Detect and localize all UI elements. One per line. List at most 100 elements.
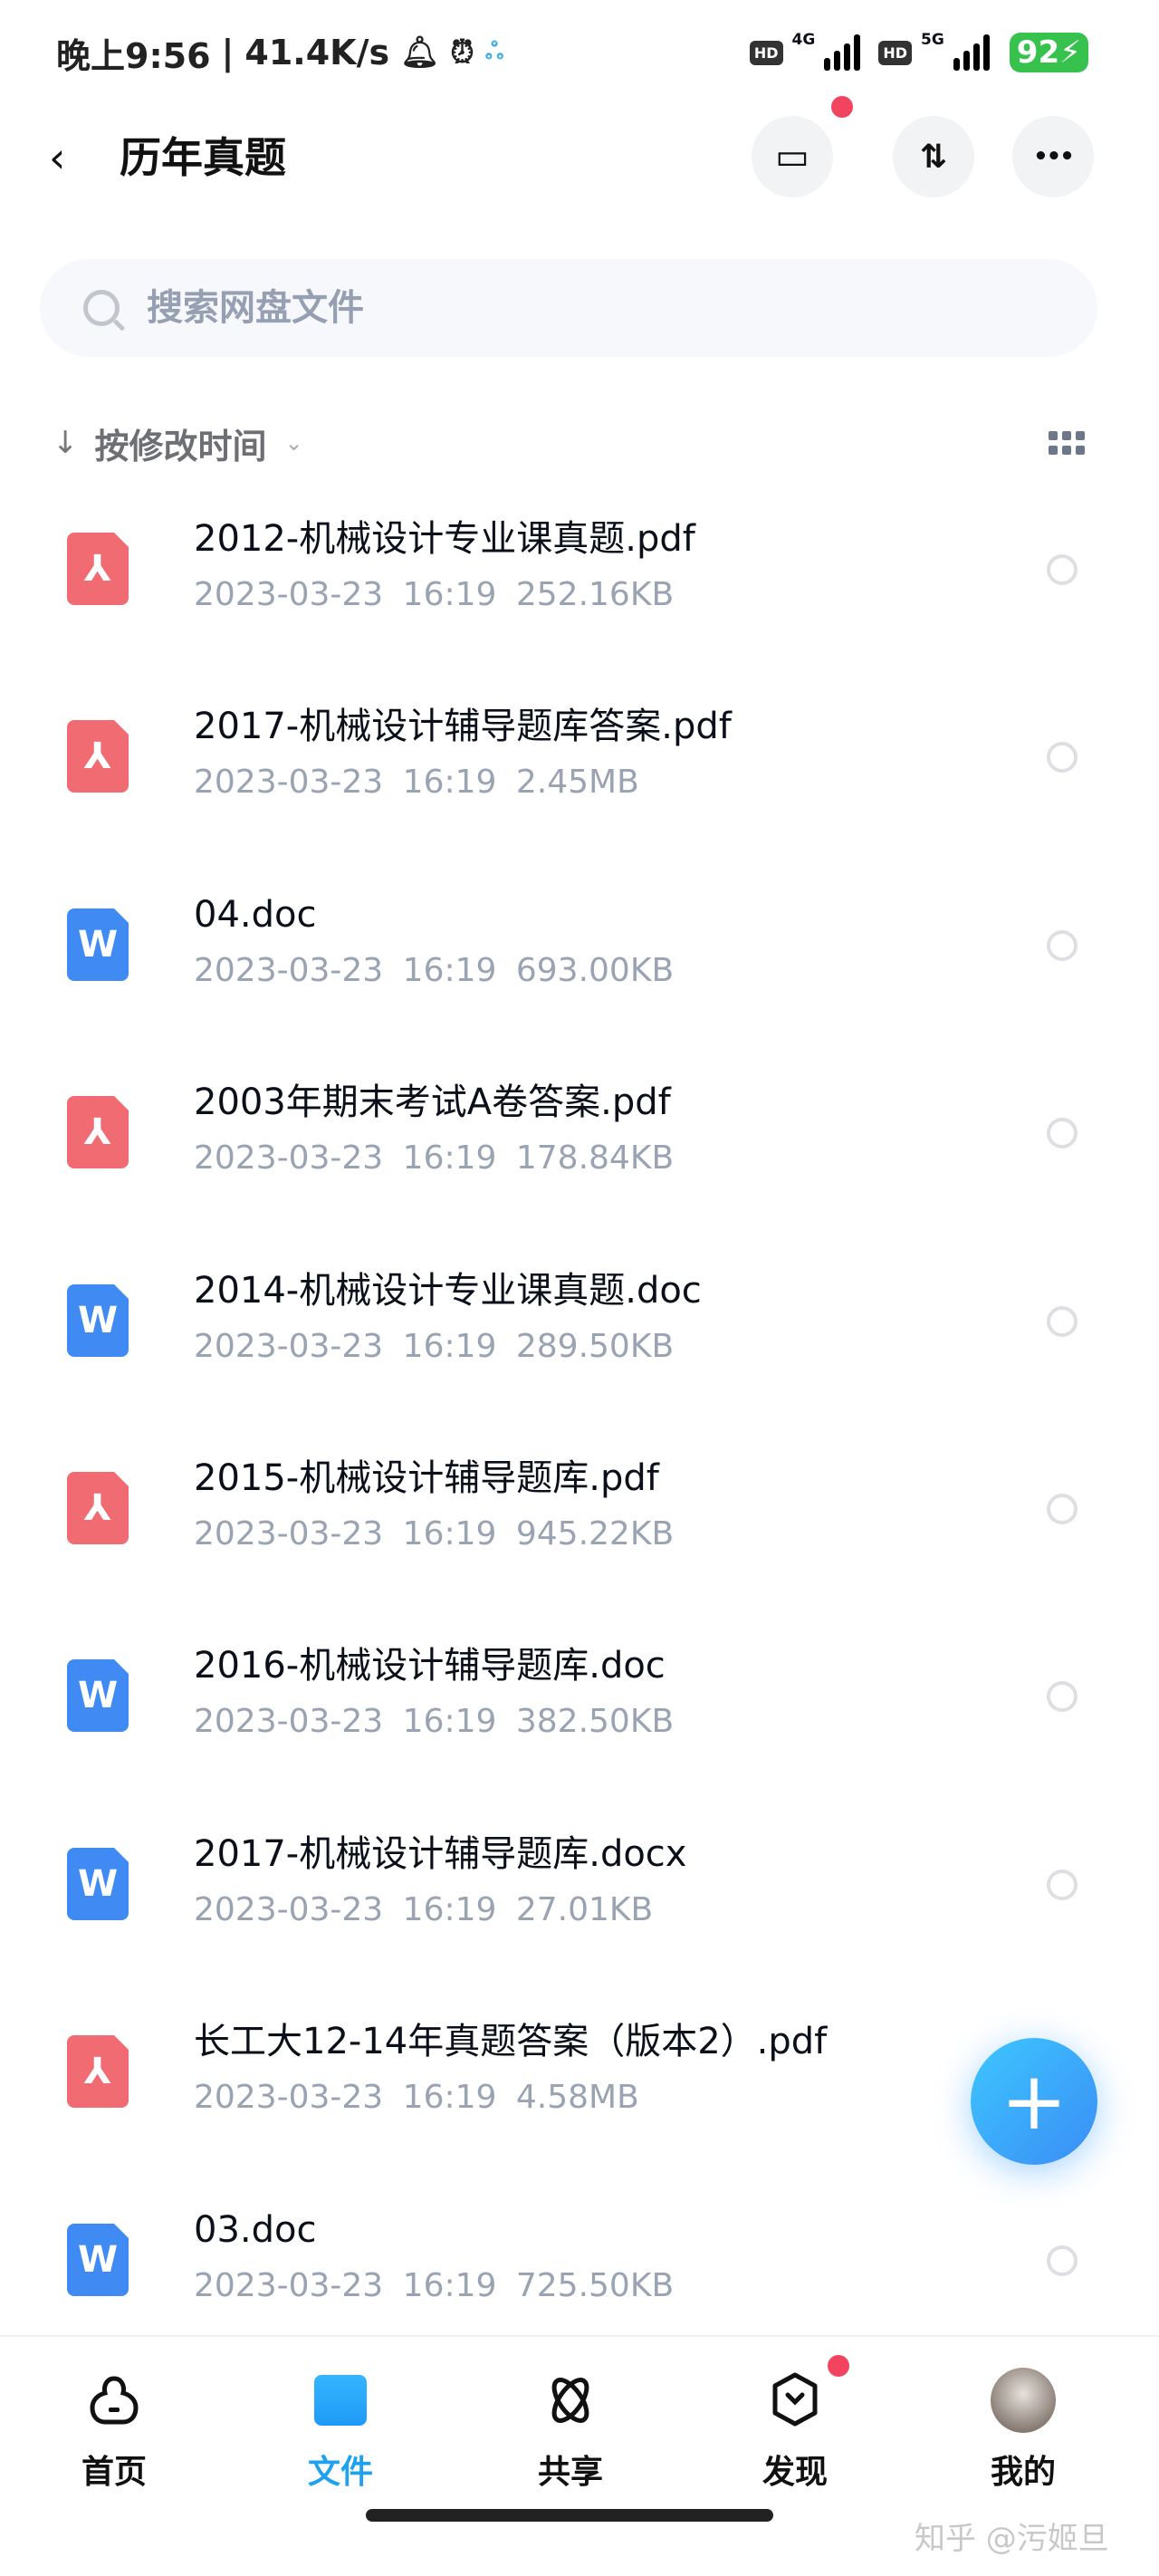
more-button[interactable]: ••• — [1012, 116, 1094, 197]
sim2-signal-icon — [953, 34, 990, 71]
file-name: 03.doc — [194, 2208, 317, 2251]
file-name: 长工大12-14年真题答案（版本2）.pdf — [194, 2021, 828, 2063]
select-checkbox[interactable] — [1047, 554, 1078, 585]
search-icon — [83, 290, 120, 326]
share-orbit-icon — [507, 2364, 634, 2437]
plus-icon: + — [1001, 2054, 1068, 2148]
sort-toggle-button[interactable]: ⇅ — [893, 116, 974, 197]
select-checkbox[interactable] — [1047, 1681, 1078, 1713]
file-time: 16:19 — [402, 1327, 497, 1365]
file-row[interactable]: ⅄ 2012-机械设计专业课真题.pdf 2023-03-23 16:19 252.… — [0, 480, 1159, 668]
transfer-list-button[interactable]: ▭ — [752, 116, 833, 197]
file-row[interactable]: ⅄ 2017-机械设计辅导题库答案.pdf 2023-03-23 16:19 2.4… — [0, 668, 1159, 855]
select-checkbox[interactable] — [1047, 1869, 1078, 1900]
file-icon-glyph: W — [77, 1299, 119, 1341]
select-checkbox[interactable] — [1047, 2244, 1078, 2276]
file-name: 2014-机械设计专业课真题.doc — [194, 1269, 702, 1312]
add-button[interactable]: + — [971, 2038, 1097, 2165]
file-row[interactable]: ⅄ 2015-机械设计辅导题库.pdf 2023-03-23 16:19 945.2… — [0, 1419, 1159, 1607]
file-time: 16:19 — [402, 2266, 497, 2304]
file-row[interactable]: W 2017-机械设计辅导题库.docx 2023-03-23 16:19 27.0… — [0, 1795, 1159, 1983]
file-date: 2023-03-23 — [194, 764, 384, 802]
file-meta: 2023-03-23 16:19 693.00KB — [194, 948, 674, 994]
file-time: 16:19 — [402, 1514, 497, 1552]
file-meta: 2023-03-23 16:19 4.58MB — [194, 2075, 639, 2120]
file-row[interactable]: W 2014-机械设计专业课真题.doc 2023-03-23 16:19 289.… — [0, 1232, 1159, 1419]
select-checkbox[interactable] — [1047, 1118, 1078, 1149]
search-input[interactable] — [147, 287, 962, 329]
nav-item-files[interactable]: 文件 — [277, 2364, 404, 2493]
file-meta: 2023-03-23 16:19 382.50KB — [194, 1699, 674, 1745]
page-title: 历年真题 — [120, 133, 286, 182]
select-checkbox[interactable] — [1047, 929, 1078, 961]
more-dots-icon: ••• — [1033, 143, 1075, 170]
file-date: 2023-03-23 — [194, 951, 384, 989]
search-bar[interactable] — [40, 259, 1097, 357]
charging-icon: ⚡ — [1059, 34, 1081, 71]
avatar — [960, 2364, 1087, 2437]
file-icon-glyph: W — [77, 2238, 119, 2281]
file-time: 16:19 — [402, 1703, 497, 1741]
file-date: 2023-03-23 — [194, 1514, 384, 1552]
alarm-icon: ⏰︎ — [450, 34, 474, 71]
file-icon-glyph: W — [77, 1862, 119, 1905]
status-time: 晚上9:56 — [56, 35, 211, 76]
pdf-file-icon: ⅄ — [67, 1471, 129, 1544]
select-checkbox[interactable] — [1047, 1305, 1078, 1337]
file-time: 16:19 — [402, 951, 497, 989]
back-button[interactable]: ‹ — [49, 134, 85, 181]
file-icon-glyph: ⅄ — [83, 2051, 112, 2093]
discover-badge — [828, 2355, 849, 2377]
file-size: 252.16KB — [515, 576, 675, 613]
file-date: 2023-03-23 — [194, 2266, 384, 2304]
bell-icon: 🔔︎ — [400, 34, 440, 71]
word-file-icon: W — [67, 1847, 129, 1920]
file-name: 2015-机械设计辅导题库.pdf — [194, 1456, 659, 1499]
nav-item-home[interactable]: 首页 — [51, 2364, 177, 2493]
sort-mode-selector[interactable]: 按修改时间 — [95, 418, 267, 468]
sort-bar: ↓ 按修改时间 ⌄ — [53, 417, 1094, 469]
file-row[interactable]: W 04.doc 2023-03-23 16:19 693.00KB — [0, 856, 1159, 1043]
nav-item-me[interactable]: 我的 — [960, 2364, 1087, 2493]
file-meta: 2023-03-23 16:19 178.84KB — [194, 1136, 674, 1181]
file-size: 945.22KB — [515, 1514, 675, 1552]
file-row[interactable]: W 03.doc 2023-03-23 16:19 725.50KB — [0, 2171, 1159, 2359]
file-date: 2023-03-23 — [194, 1890, 384, 1928]
file-time: 16:19 — [402, 1890, 497, 1928]
file-name: 2016-机械设计辅导题库.doc — [194, 1645, 666, 1687]
sim1-network-type: 4G — [791, 31, 816, 49]
nav-label-discover: 发现 — [761, 2454, 828, 2491]
file-size: 27.01KB — [515, 1890, 654, 1928]
pdf-file-icon: ⅄ — [67, 533, 129, 605]
file-row[interactable]: W 2016-机械设计辅导题库.doc 2023-03-23 16:19 382.5… — [0, 1607, 1159, 1794]
grid-view-icon[interactable] — [1049, 431, 1085, 455]
status-right: HD 4G HD 5G 92⚡ — [749, 27, 1088, 78]
file-row[interactable]: ⅄ 2003年期末考试A卷答案.pdf 2023-03-23 16:19 178.8… — [0, 1043, 1159, 1231]
file-icon-glyph: W — [77, 1675, 119, 1717]
file-size: 382.50KB — [515, 1703, 675, 1741]
sim1-hd-badge: HD — [749, 40, 783, 65]
pdf-file-icon: ⅄ — [67, 1096, 129, 1169]
select-checkbox[interactable] — [1047, 1493, 1078, 1524]
nav-item-share[interactable]: 共享 — [507, 2364, 634, 2493]
file-time: 16:19 — [402, 1139, 497, 1177]
file-size: 693.00KB — [515, 951, 675, 989]
file-meta: 2023-03-23 16:19 2.45MB — [194, 760, 639, 805]
home-indicator[interactable] — [366, 2509, 773, 2522]
file-meta: 2023-03-23 16:19 27.01KB — [194, 1888, 653, 1933]
nav-label-share: 共享 — [537, 2454, 603, 2491]
file-size: 289.50KB — [515, 1327, 675, 1365]
file-icon-glyph: ⅄ — [83, 1111, 112, 1154]
status-separator: | — [221, 33, 235, 72]
select-checkbox[interactable] — [1047, 742, 1078, 774]
nav-item-discover[interactable]: 发现 — [732, 2364, 858, 2493]
sort-direction-icon[interactable]: ↓ — [53, 425, 79, 461]
chevron-down-icon[interactable]: ⌄ — [285, 430, 303, 456]
file-name: 2003年期末考试A卷答案.pdf — [194, 1081, 671, 1124]
file-meta: 2023-03-23 16:19 725.50KB — [194, 2264, 674, 2309]
nav-label-home: 首页 — [81, 2454, 147, 2491]
file-date: 2023-03-23 — [194, 2079, 384, 2117]
file-name: 04.doc — [194, 893, 317, 936]
file-size: 178.84KB — [515, 1139, 675, 1177]
file-meta: 2023-03-23 16:19 289.50KB — [194, 1324, 674, 1370]
